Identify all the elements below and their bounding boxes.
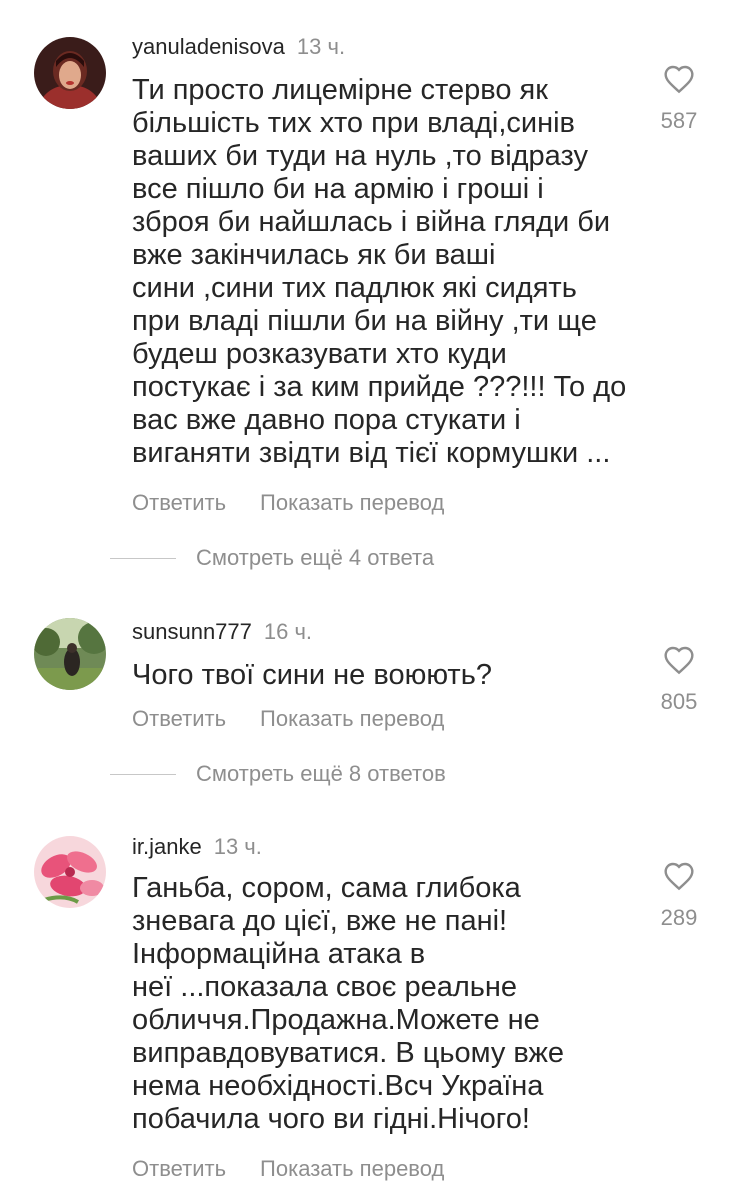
heart-outline-icon[interactable] [663, 645, 695, 675]
view-more-replies[interactable]: Смотреть ещё 4 ответа [110, 545, 434, 575]
comment-line: постукає і за ким прийде ???!!! То до [132, 371, 627, 403]
divider-line [110, 557, 176, 559]
comment-meta: sunsunn777 16 ч. [132, 619, 312, 645]
timestamp: 13 ч. [213, 834, 262, 859]
comment-text: Чого твої сини не воюють? [132, 659, 612, 692]
like-area: 587 [655, 64, 703, 134]
view-more-replies-label[interactable]: Смотреть ещё 8 ответов [196, 761, 446, 786]
username[interactable]: yanuladenisova [132, 34, 285, 59]
comment-actions: Ответить Показать перевод [132, 706, 444, 732]
comment-line: обличчя.Продажна.Можете не [132, 1004, 540, 1036]
comment-text: Ти просто лицемірне стерво як більшість … [132, 74, 627, 470]
show-translation-button[interactable]: Показать перевод [260, 1156, 444, 1181]
reply-button[interactable]: Ответить [132, 1156, 226, 1181]
comment-line: вас вже давно пора стукати і [132, 404, 521, 436]
view-more-replies-label[interactable]: Смотреть ещё 4 ответа [196, 545, 434, 570]
comment-line: зневага до цієї, вже не пані! [132, 905, 508, 937]
comment-line: все пішло би на армію і гроші і [132, 173, 544, 205]
view-more-replies[interactable]: Смотреть ещё 8 ответов [110, 761, 446, 791]
comment-line: виганяти звідти від тієї кормушки ... [132, 437, 611, 469]
comment-meta: ir.janke 13 ч. [132, 834, 262, 860]
comment-actions: Ответить Показать перевод [132, 1156, 444, 1182]
username[interactable]: sunsunn777 [132, 619, 252, 644]
avatar[interactable] [34, 37, 106, 109]
timestamp: 16 ч. [263, 619, 313, 644]
comment-text: Ганьба, сором, сама глибока зневага до ц… [132, 872, 612, 1136]
reply-button[interactable]: Ответить [132, 706, 226, 731]
comment-line: більшість тих хто при владі,синів [132, 107, 575, 139]
comment-line: сини ,сини тих падлюк які сидять [132, 272, 577, 304]
divider-line [110, 773, 176, 775]
avatar[interactable] [34, 836, 106, 908]
like-area: 289 [655, 861, 703, 931]
timestamp: 13 ч. [296, 34, 346, 59]
comment-line: неї ...показала своє реальне [132, 971, 518, 1003]
like-count: 805 [660, 689, 698, 714]
comment-line: вже закінчилась як би ваші [132, 239, 496, 271]
comment-line: нема необхідності.Всч Україна [132, 1070, 544, 1102]
comment-line: будеш розказувати хто куди [132, 338, 507, 370]
avatar[interactable] [34, 618, 106, 690]
comment-line: Інформаційна атака в [132, 938, 426, 970]
comment-line: ваших би туди на нуль ,то відразу [132, 140, 588, 172]
comment-line: Ганьба, сором, сама глибока [132, 872, 521, 904]
like-count: 289 [660, 905, 698, 930]
heart-outline-icon[interactable] [663, 64, 695, 94]
show-translation-button[interactable]: Показать перевод [260, 490, 444, 515]
like-count: 587 [660, 108, 698, 133]
comment-line: при владі пішли би на війну ,ти ще [132, 305, 597, 337]
comment-line: Чого твої сини не воюють? [132, 659, 492, 691]
comment-actions: Ответить Показать перевод [132, 490, 444, 516]
username[interactable]: ir.janke [132, 834, 202, 859]
reply-button[interactable]: Ответить [132, 490, 226, 515]
comment-line: побачила чого ви гідні.Нічого! [132, 1103, 530, 1135]
comment-line: виправдовуватися. В цьому вже [132, 1037, 565, 1069]
comment-line: Ти просто лицемірне стерво як [132, 74, 548, 106]
comment-line: зброя би найшлась і війна гляди би [132, 206, 611, 238]
like-area: 805 [655, 645, 703, 715]
comment-meta: yanuladenisova 13 ч. [132, 34, 345, 60]
show-translation-button[interactable]: Показать перевод [260, 706, 444, 731]
heart-outline-icon[interactable] [663, 861, 695, 891]
